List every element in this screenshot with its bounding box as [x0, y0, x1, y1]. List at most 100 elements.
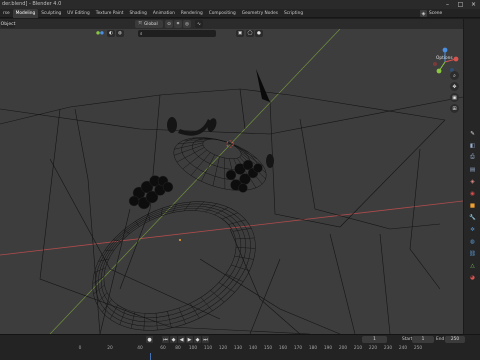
pivot-point-icon[interactable]: ⊙ — [165, 20, 173, 28]
physics-icon[interactable]: ◍ — [468, 237, 477, 246]
3d-cursor[interactable] — [226, 140, 234, 148]
graph-icon[interactable]: ∿ — [195, 20, 203, 28]
end-frame-field[interactable]: 250 — [445, 336, 465, 343]
playhead[interactable] — [150, 353, 151, 360]
workspace-tab-geometry-nodes[interactable]: Geometry Nodes — [239, 9, 281, 18]
maximize-icon[interactable]: □ — [454, 0, 467, 9]
object-origin — [179, 239, 181, 241]
workspace-tabs: rse Modeling Sculpting UV Editing Texture Pa… — [0, 9, 306, 18]
workspace-tab-scripting[interactable]: Scripting — [281, 9, 306, 18]
viewport-header: Object ⤧ Global ⊙ ⌗ ◎ ∿ — [0, 19, 463, 29]
zoom-icon[interactable]: ⌕ — [450, 71, 459, 80]
viewport-shading-icons[interactable]: ● ● — [95, 30, 105, 37]
data-icon[interactable]: △ — [468, 261, 477, 270]
frame-tick: 200 — [338, 346, 348, 351]
workspace-tab-texture-paint[interactable]: Texture Paint — [93, 9, 127, 18]
particles-icon[interactable]: ✲ — [468, 225, 477, 234]
jump-start-icon[interactable]: ⏮ — [162, 336, 169, 343]
tool-icon[interactable]: ✎ — [468, 129, 477, 138]
mode-label: Object — [0, 21, 16, 27]
workspace-tab-animation[interactable]: Animation — [150, 9, 178, 18]
frame-tick: 140 — [248, 346, 258, 351]
frame-tick: 170 — [293, 346, 303, 351]
3d-viewport[interactable]: ● ● ◐ ◍ ⌕ ▣ ◯ ● Options ⌕ ✥ ▣ ⊞ — [0, 29, 463, 334]
window-titlebar: der.blend] - Blender 4.0 – □ × — [0, 0, 480, 9]
frame-tick: 230 — [383, 346, 393, 351]
start-label: Start — [402, 337, 413, 342]
light-object[interactable] — [256, 69, 270, 102]
proportional-edit-icon[interactable]: ◎ — [183, 20, 191, 28]
frame-tick: 110 — [203, 346, 213, 351]
view-layer-icon[interactable]: ▤ — [468, 165, 477, 174]
frame-tick: 150 — [263, 346, 273, 351]
camera-view-icon[interactable]: ▣ — [450, 93, 459, 102]
workspace-tab-shading[interactable]: Shading — [126, 9, 149, 18]
world-icon[interactable]: ◉ — [468, 189, 477, 198]
output-icon[interactable]: ⎙ — [468, 153, 477, 162]
reference-planes — [0, 88, 463, 334]
overlay-icon[interactable]: ◍ — [116, 30, 124, 37]
viewport-subheader: ● ● ◐ ◍ ⌕ ▣ ◯ ● — [0, 29, 463, 38]
transform-orientation-dropdown[interactable]: ⤧ Global — [135, 20, 163, 28]
frame-tick: 190 — [323, 346, 333, 351]
frame-tick: 240 — [398, 346, 408, 351]
frame-tick: 130 — [233, 346, 243, 351]
workspace-tab-modeling[interactable]: Modeling — [12, 9, 39, 18]
perspective-toggle-icon[interactable]: ⊞ — [450, 104, 459, 113]
object-icon[interactable]: ■ — [468, 201, 477, 210]
record-icon[interactable]: ● — [146, 336, 153, 343]
workspace-bar: rse Modeling Sculpting UV Editing Texture Pa… — [0, 9, 480, 18]
search-icon: ⌕ — [140, 31, 143, 37]
frame-tick: 40 — [137, 346, 143, 351]
constraints-icon[interactable]: ⛓ — [468, 249, 477, 258]
scene-icon: ◈ — [420, 10, 427, 17]
scene-icon[interactable]: ◈ — [468, 177, 477, 186]
solid-shading-icon[interactable]: ● — [255, 30, 263, 37]
y-axis-line — [49, 29, 341, 334]
modifier-icon[interactable]: 🔧 — [468, 213, 477, 222]
window-title: der.blend] - Blender 4.0 — [2, 1, 62, 7]
scene-selector[interactable]: ◈ Scene — [420, 10, 442, 17]
search-input[interactable]: ⌕ — [138, 30, 216, 37]
frame-tick: 80 — [175, 346, 181, 351]
minimize-icon[interactable]: – — [441, 0, 454, 9]
prongs[interactable] — [167, 117, 274, 168]
playback-controls: ● ⏮ ◆ ◀ ▶ ◆ ⏭ 1 Start 1 End 250 — [0, 335, 480, 344]
play-icon[interactable]: ▶ — [186, 336, 193, 343]
frame-tick: 100 — [188, 346, 198, 351]
frame-tick: 220 — [368, 346, 378, 351]
workspace-tab-compositing[interactable]: Compositing — [206, 9, 239, 18]
frame-tick: 60 — [160, 346, 166, 351]
jump-end-icon[interactable]: ⏭ — [202, 336, 209, 343]
workspace-tab-rse[interactable]: rse — [0, 9, 13, 18]
frame-tick: 0 — [78, 346, 82, 351]
properties-tab-strip: ✎ ◧ ⎙ ▤ ◈ ◉ ■ 🔧 ✲ ◍ ⛓ △ ◕ — [463, 19, 480, 334]
timeline-editor: ● ⏮ ◆ ◀ ▶ ◆ ⏭ 1 Start 1 End 250 0 20 40 60 8… — [0, 334, 480, 360]
x-axis-line — [0, 200, 463, 256]
frame-tick: 250 — [413, 346, 423, 351]
end-frame-value: 250 — [450, 337, 460, 342]
frame-tick: 180 — [308, 346, 318, 351]
pan-hand-icon[interactable]: ✥ — [450, 82, 459, 91]
visibility-icon[interactable]: ◐ — [107, 30, 115, 37]
workspace-tab-sculpting[interactable]: Sculpting — [38, 9, 64, 18]
editor-type-button[interactable]: Object — [1, 20, 15, 28]
prev-keyframe-icon[interactable]: ◆ — [170, 336, 177, 343]
workspace-tab-uv-editing[interactable]: UV Editing — [64, 9, 92, 18]
workspace-tab-rendering[interactable]: Rendering — [178, 9, 206, 18]
current-frame-field[interactable]: 1 — [362, 336, 387, 343]
xray-icon[interactable]: ▣ — [236, 30, 244, 37]
render-icon[interactable]: ◧ — [468, 141, 477, 150]
close-icon[interactable]: × — [467, 0, 480, 9]
wireframe-shading-icon[interactable]: ◯ — [246, 30, 254, 37]
frame-tick: 210 — [353, 346, 363, 351]
end-label: End — [436, 337, 445, 342]
play-reverse-icon[interactable]: ◀ — [178, 336, 185, 343]
next-keyframe-icon[interactable]: ◆ — [194, 336, 201, 343]
frame-tick: 120 — [218, 346, 228, 351]
orientation-label: Global — [143, 21, 158, 27]
snap-icon[interactable]: ⌗ — [174, 20, 182, 28]
start-frame-field[interactable]: 1 — [412, 336, 434, 343]
material-icon[interactable]: ◕ — [468, 273, 477, 282]
frame-ruler[interactable]: 0 20 40 60 80 100 110 120 130 140 150 160 170 180 190 2… — [0, 345, 480, 354]
